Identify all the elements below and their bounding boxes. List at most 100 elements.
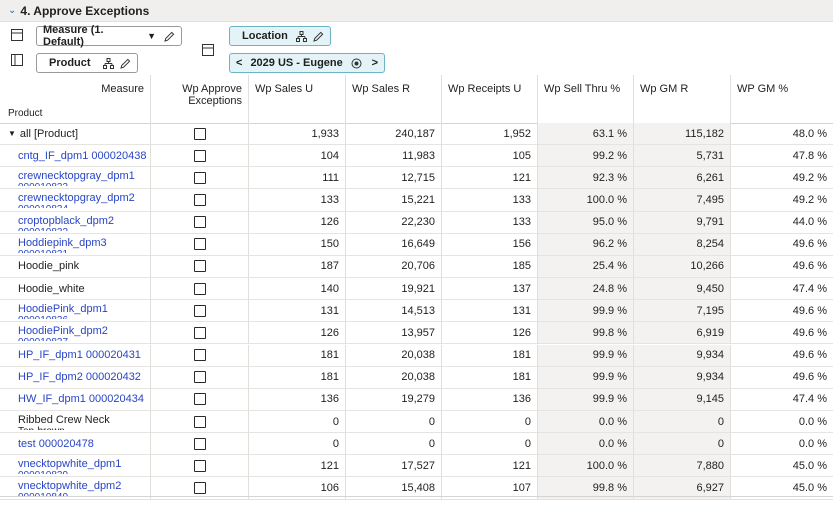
approve-checkbox[interactable] <box>193 238 206 251</box>
product-name[interactable]: crewnecktopgray_dpm2 <box>18 192 135 204</box>
grid-bottom-border <box>0 496 833 497</box>
table-row: HoodiePink_dpm100001083613114,51313199.9… <box>0 300 833 323</box>
section-header[interactable]: ⌄ 4. Approve Exceptions <box>0 0 833 22</box>
product-cell: Hoodie_pink <box>0 256 150 279</box>
hierarchy-icon[interactable] <box>103 57 114 69</box>
value-cell: 185 <box>441 255 537 279</box>
approve-checkbox[interactable] <box>193 349 206 362</box>
approve-checkbox[interactable] <box>193 304 206 317</box>
product-cell[interactable]: vnecktopwhite_dpm1000010839 <box>0 455 150 478</box>
approve-checkbox[interactable] <box>193 194 206 206</box>
column-header-approve[interactable]: Wp Approve Exceptions <box>150 75 248 123</box>
value-cell: 99.9 % <box>537 366 633 389</box>
product-name[interactable]: HP_IF_dpm1 000020431 <box>18 349 141 361</box>
product-cell[interactable]: Hoddiepink_dpm3000010831 <box>0 234 150 256</box>
approve-checkbox[interactable] <box>193 481 206 494</box>
approve-checkbox[interactable] <box>193 459 206 472</box>
approve-checkbox[interactable] <box>193 393 206 406</box>
product-cell[interactable]: crewnecktopgray_dpm2000010834 <box>0 189 150 212</box>
table-row: HP_IF_dpm2 000020432 181 20,038 181 99.9 % 9,… <box>0 366 833 389</box>
value-cell: 25.4 % <box>537 255 633 279</box>
product-name[interactable]: HoodiePink_dpm2 <box>18 325 108 337</box>
columns-layout-icon[interactable] <box>11 54 23 66</box>
product-cell[interactable]: croptopblack_dpm2000010832 <box>0 212 150 234</box>
value-cell: 22,230 <box>345 211 441 234</box>
measure-selector-label: Measure (1. Default) <box>43 24 104 48</box>
product-cell[interactable]: cntg_IF_dpm1 000020438 <box>0 145 150 168</box>
product-cell[interactable]: HP_IF_dpm1 000020431 <box>0 345 150 367</box>
approve-checkbox[interactable] <box>193 216 206 229</box>
product-name[interactable]: vnecktopwhite_dpm1 <box>18 458 121 470</box>
approve-checkbox[interactable] <box>193 171 206 184</box>
product-cell[interactable]: test 000020478 <box>0 433 150 456</box>
target-icon[interactable] <box>351 58 362 69</box>
value-cell: 24.8 % <box>537 278 633 301</box>
approve-checkbox[interactable] <box>193 415 206 428</box>
rows-layout-icon[interactable] <box>11 29 23 41</box>
value-cell: 0.0 % <box>730 410 833 434</box>
approve-checkbox[interactable] <box>193 326 206 339</box>
approve-cell <box>150 189 248 212</box>
value-cell: 0.0 % <box>730 433 833 456</box>
product-cell[interactable]: crewnecktopgray_dpm1000010833 <box>0 167 150 190</box>
expand-caret-icon[interactable]: ▼ <box>8 129 16 138</box>
measure-selector[interactable]: Measure (1. Default) ▼ <box>36 24 182 48</box>
value-cell: 0 <box>441 433 537 456</box>
product-name: Hoodie_pink <box>18 260 80 273</box>
value-cell: 126 <box>248 211 345 234</box>
approve-cell <box>150 344 248 367</box>
product-name[interactable]: HW_IF_dpm1 000020434 <box>18 393 144 405</box>
product-name[interactable]: test 000020478 <box>18 438 94 450</box>
prev-location-button[interactable]: < <box>236 57 242 69</box>
product-cell[interactable]: HP_IF_dpm2 000020432 <box>0 367 150 389</box>
value-cell: 63.1 % <box>537 123 633 146</box>
column-header-gm-r[interactable]: Wp GM R <box>633 75 730 123</box>
edit-pencil-icon[interactable] <box>120 58 131 69</box>
product-name[interactable]: cntg_IF_dpm1 000020438 <box>18 150 146 162</box>
product-cell[interactable]: HoodiePink_dpm1000010836 <box>0 300 150 323</box>
value-cell: 6,919 <box>633 322 730 345</box>
value-cell: 49.6 % <box>730 322 833 345</box>
product-name[interactable]: HP_IF_dpm2 000020432 <box>18 371 141 383</box>
column-header-sales-r[interactable]: Wp Sales R <box>345 75 441 123</box>
location-selector[interactable]: Location <box>229 26 331 46</box>
value-cell: 7,195 <box>633 300 730 323</box>
approve-checkbox[interactable] <box>193 371 206 384</box>
hierarchy-icon[interactable] <box>296 30 307 42</box>
product-name[interactable]: HoodiePink_dpm1 <box>18 303 108 315</box>
pivot-layout-icon[interactable] <box>202 44 214 56</box>
product-name[interactable]: croptopblack_dpm2 <box>18 215 114 227</box>
caret-down-icon[interactable]: ▼ <box>147 31 156 41</box>
value-cell: 13,957 <box>345 322 441 345</box>
edit-pencil-icon[interactable] <box>313 31 324 42</box>
product-name[interactable]: Hoddiepink_dpm3 <box>18 237 107 249</box>
next-location-button[interactable]: > <box>372 57 378 69</box>
product-name[interactable]: vnecktopwhite_dpm2 <box>18 480 121 492</box>
value-cell: 126 <box>441 322 537 345</box>
approve-checkbox[interactable] <box>193 127 206 140</box>
edit-pencil-icon[interactable] <box>164 31 175 42</box>
column-header-sell-thru[interactable]: Wp Sell Thru % <box>537 75 633 123</box>
column-header-sales-u[interactable]: Wp Sales U <box>248 75 345 123</box>
product-selector[interactable]: Product <box>36 53 138 73</box>
chevron-down-icon[interactable]: ⌄ <box>8 5 16 16</box>
product-cell[interactable]: HW_IF_dpm1 000020434 <box>0 389 150 411</box>
value-cell: 44.0 % <box>730 211 833 234</box>
value-cell: 131 <box>441 300 537 323</box>
table-row: HoodiePink_dpm200001083712613,95712699.8… <box>0 322 833 345</box>
toolbar: Measure (1. Default) ▼ Product Location <box>0 22 833 73</box>
value-cell: 104 <box>248 145 345 168</box>
table-row: vnecktopwhite_dpm100001083912117,5271211… <box>0 455 833 478</box>
product-cell: ▼ all [Product] <box>0 123 150 146</box>
column-header-gm-pct[interactable]: WP GM % <box>730 75 833 123</box>
column-header-receipts-u[interactable]: Wp Receipts U <box>441 75 537 123</box>
approve-checkbox[interactable] <box>193 260 206 273</box>
approve-checkbox[interactable] <box>193 437 206 450</box>
approve-checkbox[interactable] <box>193 149 206 162</box>
location-navigator[interactable]: < 2029 US - Eugene > <box>229 53 385 73</box>
product-cell[interactable]: HoodiePink_dpm2000010837 <box>0 322 150 345</box>
value-cell: 7,880 <box>633 455 730 478</box>
product-subname: 000010833 <box>18 182 68 186</box>
approve-checkbox[interactable] <box>193 282 206 295</box>
product-name[interactable]: crewnecktopgray_dpm1 <box>18 170 135 182</box>
